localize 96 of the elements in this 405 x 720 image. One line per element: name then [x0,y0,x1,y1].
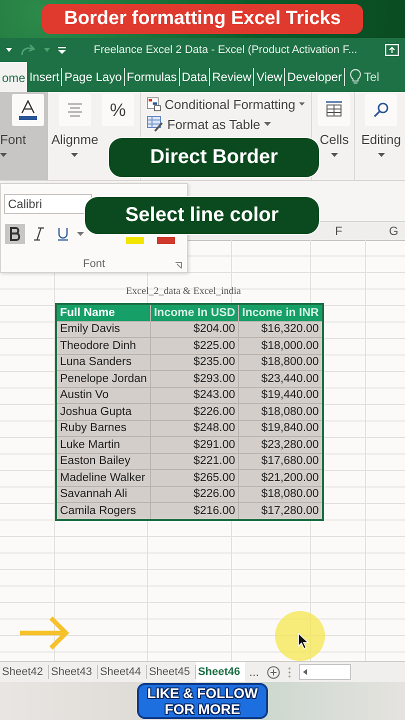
table-cell: $23,280.00 [238,436,323,453]
column-header-cell: Full Name [56,304,150,321]
table-cell: $18,080.00 [238,404,323,420]
column-header[interactable]: F [335,224,342,238]
caption-overlay: Select line color [84,196,320,235]
table-cell: $235.00 [150,354,239,370]
table-cell: Madeline Walker [56,470,150,486]
table-title: Excel_2_data & Excel_india [126,286,241,297]
table-cell: $248.00 [150,420,239,436]
table-cell: Savannah Ali [56,486,150,502]
ribbon-tab[interactable]: ome [0,62,28,92]
click-highlight [275,611,325,661]
bold-button[interactable] [5,224,25,244]
color-swatch[interactable] [157,237,175,244]
ribbon-group-button[interactable]: Alignme [54,92,96,180]
ribbon-tab[interactable]: Review [210,68,254,86]
table-cell: $293.00 [150,370,239,387]
table-cell: $204.00 [150,321,239,338]
table-cell: Easton Bailey [56,453,150,470]
color-swatch[interactable] [126,237,144,244]
conditional-formatting-icon [147,96,161,112]
cells-icon [325,101,344,119]
sheet-tab[interactable]: Sheet44 [98,665,147,679]
ribbon-tab[interactable]: Formulas [124,68,180,86]
table-cell: $23,440.00 [238,370,323,387]
table-cell: Emily Davis [56,321,150,338]
table-cell: $291.00 [150,436,239,453]
table-cell: Austin Vo [56,387,150,404]
arrow-icon [18,616,70,650]
search-icon [373,102,390,118]
lightbulb-icon[interactable] [350,69,361,85]
ribbon-group-button[interactable]: Font [0,92,48,180]
font-color-icon [19,100,37,120]
caret-icon [0,153,7,157]
table-style-icon [147,116,164,132]
table-cell: $18,080.00 [238,486,323,502]
table-cell: $226.00 [150,404,239,420]
align-icon [66,103,83,117]
table-cell: Ruby Barnes [56,420,150,436]
ribbon-tab[interactable]: Page Layo [62,68,125,86]
editing-button[interactable]: Editing [361,132,401,147]
caret-icon [330,153,338,157]
table-cell: $226.00 [150,486,239,502]
cursor-icon [298,633,309,649]
caret-icon [71,153,78,157]
caret-icon [299,102,306,106]
cells-button[interactable]: Cells [320,132,349,147]
caret-icon [378,153,385,157]
restore-icon[interactable] [385,44,399,56]
table-cell: $17,680.00 [238,453,323,470]
table-cell: $19,840.00 [238,420,323,436]
table-cell: $243.00 [150,387,239,404]
table-cell: $265.00 [150,470,239,486]
follow-sticker: LIKE & FOLLOW FOR MORE [137,683,268,719]
table-cell: Luke Martin [56,436,150,453]
table-cell: $19,440.00 [238,387,323,404]
format-as-table-button[interactable]: Format as Table [147,116,306,132]
conditional-formatting-button[interactable]: Conditional Formatting [147,96,306,112]
caret-icon [77,232,84,236]
add-sheet-icon[interactable] [267,666,280,678]
window-title: Freelance Excel 2 Data - Excel (Product Activation F... [92,44,358,56]
bold-icon [9,227,21,241]
sheet-tab[interactable]: Sheet42 [0,665,49,679]
table-cell: $221.00 [150,453,239,470]
caption-overlay: Direct Border [108,137,320,178]
table-cell: $18,800.00 [238,354,323,370]
table-cell: Joshua Gupta [56,404,150,420]
italic-icon [33,227,45,241]
table-cell: Theodore Dinh [56,338,150,354]
font-name-field[interactable]: Calibri [4,194,92,214]
column-header[interactable]: G [389,224,398,238]
group-label: Font [82,258,105,270]
customize-icon[interactable] [58,46,66,54]
column-header-cell: Income In USD [150,304,239,321]
ribbon-tab[interactable]: Insert [27,68,62,86]
ribbon-tab[interactable]: View [254,68,286,86]
table-cell: $16,320.00 [238,321,323,338]
sheet-tab[interactable]: Sheet46 [196,662,246,682]
dialog-launcher-icon[interactable] [175,262,182,269]
table-cell: $21,200.00 [238,470,323,486]
sheet-tab[interactable]: Sheet43 [48,665,98,679]
underline-icon [57,227,69,241]
column-header-cell: Income in INR [238,304,323,321]
video-title: Border formatting Excel Tricks [42,4,363,34]
more-sheets-button[interactable]: ... [245,662,264,682]
table-cell: Penelope Jordan [56,370,150,387]
table-cell: Luna Sanders [56,354,150,370]
ribbon-tab[interactable]: Data [180,68,210,86]
horizontal-scrollbar[interactable] [299,664,352,680]
number-format-button[interactable]: % [102,94,134,126]
caret-icon [264,122,272,126]
table-cell: $225.00 [150,338,239,354]
caret-icon[interactable] [6,48,12,52]
ribbon-tab[interactable]: Developer [285,68,345,86]
tell-me-link[interactable]: Tel [364,70,380,84]
table-cell: $18,000.00 [238,338,323,354]
